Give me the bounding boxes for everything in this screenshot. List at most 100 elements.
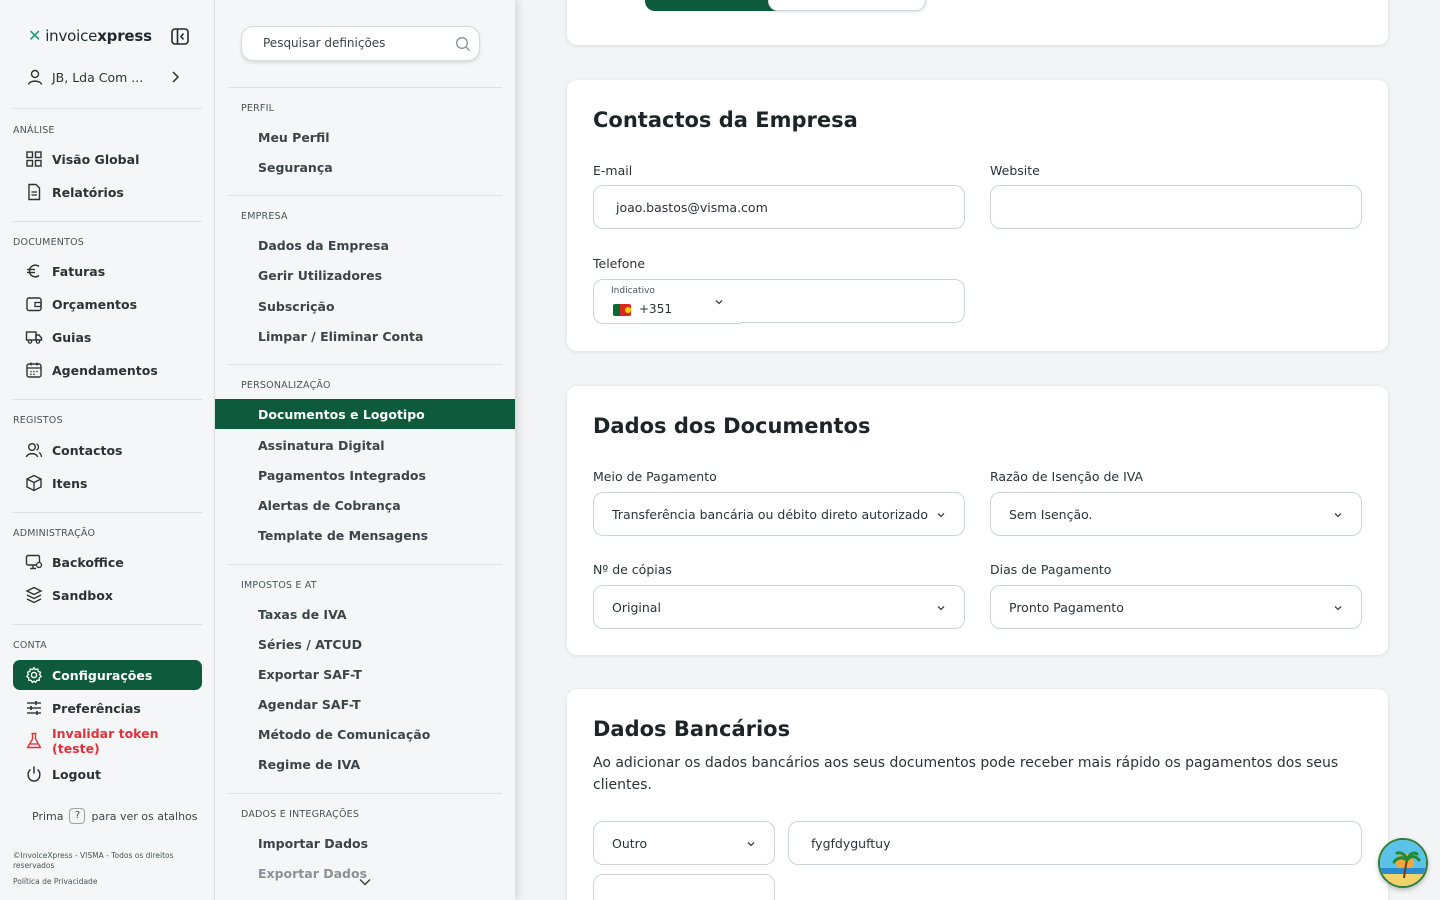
divider — [228, 87, 502, 88]
dias-label: Dias de Pagamento — [990, 562, 1112, 577]
section-documentos: DOCUMENTOS — [13, 237, 84, 248]
bank-type-select[interactable]: Outro — [593, 821, 775, 865]
chevron-down-icon — [1334, 606, 1342, 611]
settings-item-series-atcud[interactable]: Séries / ATCUD — [215, 629, 515, 659]
nav-item-itens[interactable]: Itens — [13, 468, 202, 498]
nav-item-invalidar-token[interactable]: Invalidar token (teste) — [13, 726, 202, 756]
nav-item-guias[interactable]: Guias — [13, 322, 202, 352]
divider — [228, 364, 502, 365]
isencao-select[interactable]: Sem Isenção. — [990, 492, 1362, 536]
settings-item-pagamentos-integrados[interactable]: Pagamentos Integrados — [215, 460, 515, 490]
settings-item-alertas-cobranca[interactable]: Alertas de Cobrança — [215, 490, 515, 520]
website-field[interactable] — [990, 185, 1362, 229]
email-field[interactable]: joao.bastos@visma.com — [593, 185, 965, 229]
divider — [13, 108, 202, 109]
settings-item-template-mensagens[interactable]: Template de Mensagens — [215, 520, 515, 550]
settings-item-subscricao[interactable]: Subscrição — [215, 291, 515, 321]
nav-item-contactos[interactable]: Contactos — [13, 435, 202, 465]
nav-item-agendamentos[interactable]: Agendamentos — [13, 355, 202, 385]
previous-card — [567, 0, 1388, 45]
logo-text-bold: xpress — [97, 26, 152, 45]
section-empresa: EMPRESA — [241, 211, 288, 222]
company-name: JB, Lda Com ... — [52, 69, 144, 85]
settings-item-importar-dados[interactable]: Importar Dados — [215, 828, 515, 858]
settings-item-exportar-saft[interactable]: Exportar SAF-T — [215, 659, 515, 689]
nav-item-backoffice[interactable]: Backoffice — [13, 547, 202, 577]
company-switcher[interactable]: JB, Lda Com ... — [26, 66, 186, 88]
phone-input-group: Indicativo +351 — [593, 279, 965, 324]
meio-pagamento-label: Meio de Pagamento — [593, 469, 717, 484]
section-registos: REGISTOS — [13, 415, 63, 426]
nav-item-logout[interactable]: Logout — [13, 759, 202, 789]
website-label: Website — [990, 163, 1040, 178]
settings-item-regime-iva[interactable]: Regime de IVA — [215, 749, 515, 779]
secondary-button[interactable] — [768, 0, 926, 11]
settings-item-agendar-saft[interactable]: Agendar SAF-T — [215, 689, 515, 719]
nav-item-sandbox[interactable]: Sandbox — [13, 580, 202, 610]
settings-search[interactable] — [241, 26, 480, 61]
nav-item-relatorios[interactable]: Relatórios — [13, 177, 202, 207]
settings-item-assinatura-digital[interactable]: Assinatura Digital — [215, 430, 515, 460]
section-perfil: PERFIL — [241, 103, 275, 114]
calendar-icon — [26, 362, 42, 378]
divider — [228, 793, 502, 794]
nav-item-faturas[interactable]: Faturas — [13, 256, 202, 286]
settings-item-taxas-iva[interactable]: Taxas de IVA — [215, 599, 515, 629]
section-administracao: ADMINISTRAÇÃO — [13, 528, 96, 539]
nav-label: Preferências — [52, 700, 141, 716]
sliders-icon — [27, 701, 41, 715]
settings-item-documentos-logotipo[interactable]: Documentos e Logotipo — [215, 399, 515, 429]
country-code-select[interactable]: Indicativo +351 — [593, 279, 741, 324]
bank-account-field[interactable]: fygfdyguftuy — [788, 821, 1362, 865]
nav-label: Visão Global — [52, 151, 140, 167]
phone-number-field[interactable] — [740, 279, 965, 323]
settings-item-metodo-comunicacao[interactable]: Método de Comunicação — [215, 719, 515, 749]
bank-other-field[interactable]: other — [593, 874, 775, 900]
logo-mark: ✕ — [28, 26, 42, 45]
contactos-title: Contactos da Empresa — [593, 108, 858, 132]
nav-item-configuracoes[interactable]: Configurações — [13, 660, 202, 690]
shortcut-hint: Prima ? para ver os atalhos — [32, 808, 198, 824]
scroll-down-chevron-icon[interactable] — [358, 875, 372, 889]
divider — [13, 624, 202, 625]
grid-icon — [26, 151, 42, 167]
telefone-label: Telefone — [593, 256, 646, 271]
copias-value: Original — [612, 599, 661, 615]
divider — [13, 399, 202, 400]
monitor-settings-icon — [25, 554, 43, 570]
nav-label: Backoffice — [52, 554, 124, 570]
section-conta: CONTA — [13, 640, 47, 651]
settings-item-meu-perfil[interactable]: Meu Perfil — [215, 122, 515, 152]
bancarios-description: Ao adicionar os dados bancários aos seus… — [593, 755, 1339, 793]
meio-pagamento-select[interactable]: Transferência bancária ou débito direto … — [593, 492, 965, 536]
settings-menu: PERFIL Meu Perfil Segurança EMPRESA Dado… — [215, 0, 515, 900]
collapse-sidebar-icon[interactable] — [171, 28, 189, 45]
shortcut-prefix: Prima — [32, 809, 64, 823]
settings-item-dados-empresa[interactable]: Dados da Empresa — [215, 230, 515, 260]
dias-value: Pronto Pagamento — [1009, 599, 1124, 615]
dias-select[interactable]: Pronto Pagamento — [990, 585, 1362, 629]
search-input[interactable] — [263, 36, 443, 50]
assistant-avatar-button[interactable] — [1378, 838, 1428, 888]
nav-item-orcamentos[interactable]: Orçamentos — [13, 289, 202, 319]
search-icon[interactable] — [455, 36, 471, 52]
copias-label: Nº de cópias — [593, 562, 672, 577]
chevron-down-icon — [937, 606, 945, 611]
truck-icon — [25, 331, 43, 344]
settings-item-limpar-conta[interactable]: Limpar / Eliminar Conta — [215, 321, 515, 351]
app-logo[interactable]: ✕ invoice xpress — [28, 26, 152, 45]
shortcut-suffix: para ver os atalhos — [91, 809, 198, 823]
settings-item-gerir-utilizadores[interactable]: Gerir Utilizadores — [215, 260, 515, 290]
nav-item-visao-global[interactable]: Visão Global — [13, 144, 202, 174]
privacy-link[interactable]: Política de Privacidade — [13, 877, 97, 886]
nav-label: Logout — [52, 766, 101, 782]
copias-select[interactable]: Original — [593, 585, 965, 629]
bancarios-title: Dados Bancários — [593, 717, 791, 741]
chevron-right-icon — [172, 71, 180, 83]
shortcut-key[interactable]: ? — [69, 808, 86, 824]
nav-label: Itens — [52, 475, 88, 491]
nav-item-preferencias[interactable]: Preferências — [13, 693, 202, 723]
user-icon — [27, 69, 43, 85]
documentos-title: Dados dos Documentos — [593, 414, 871, 438]
settings-item-seguranca[interactable]: Segurança — [215, 152, 515, 182]
